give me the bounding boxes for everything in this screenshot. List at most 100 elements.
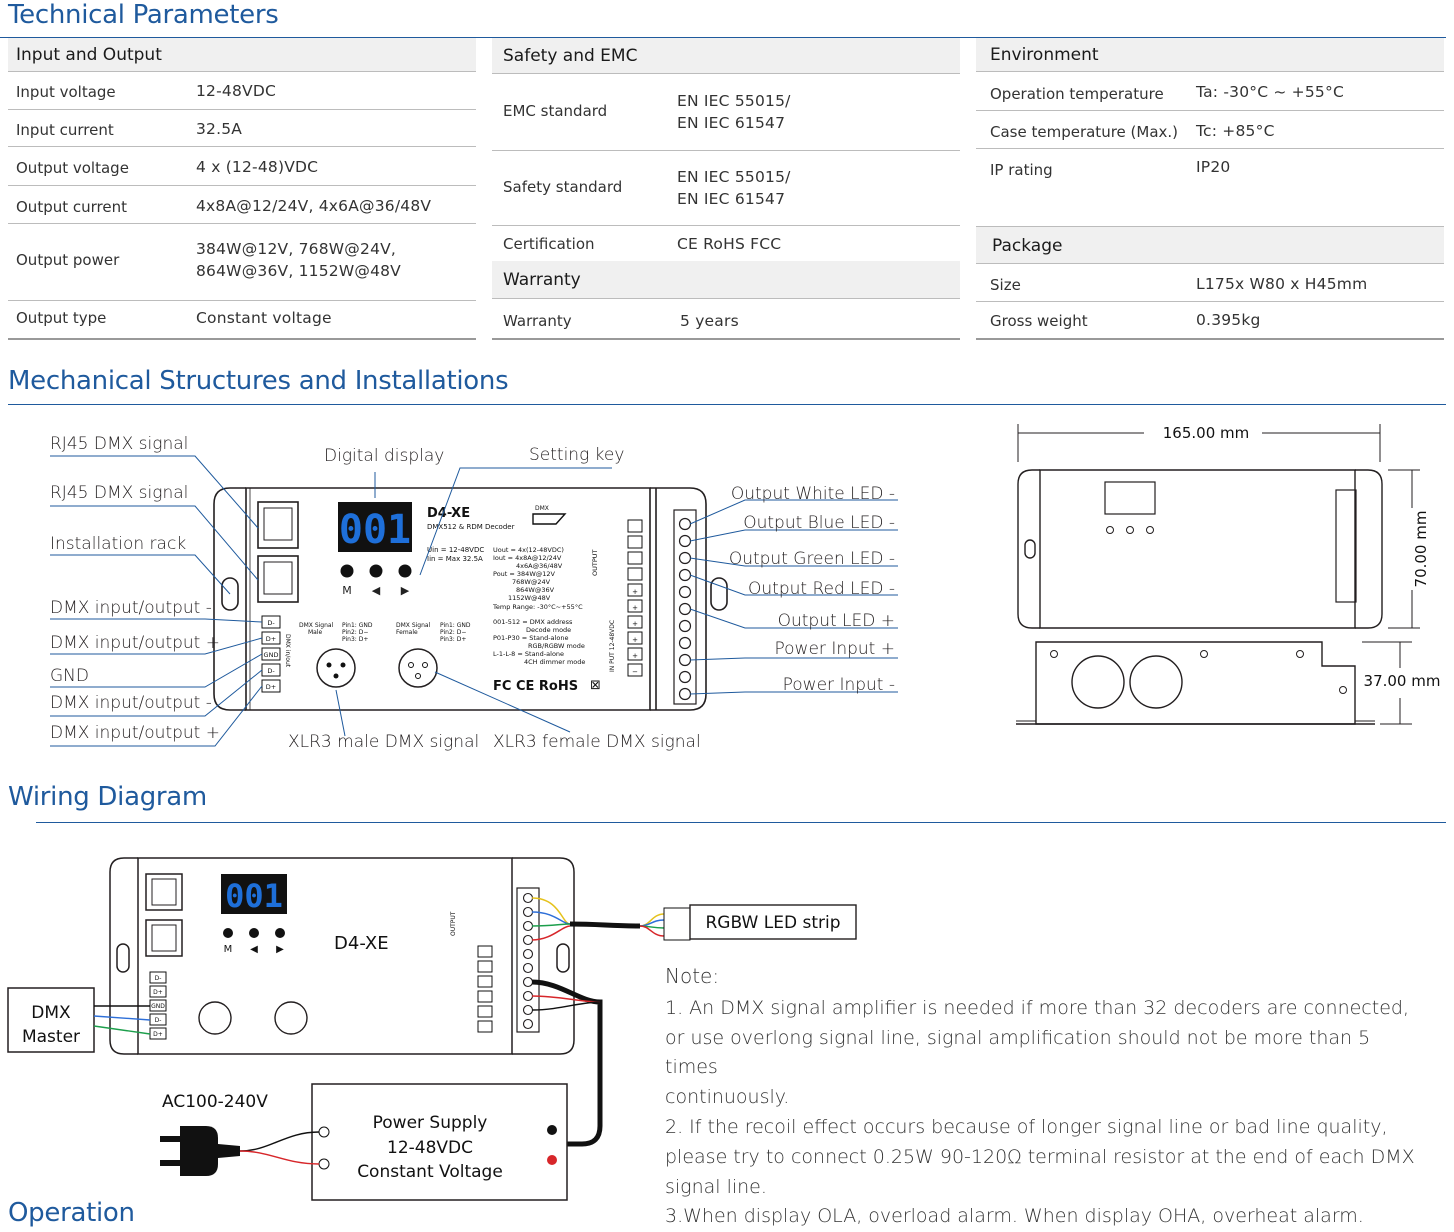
- table-subheader-package: Package: [976, 226, 1444, 264]
- table-header: Environment: [976, 38, 1444, 72]
- label-xlr-male: XLR3 male DMX signal: [288, 732, 479, 752]
- xlr-male-labels: DMX Signal Male Pin1: GND Pin2: D− Pin3:…: [299, 622, 471, 643]
- terminal-label: GND: [264, 651, 279, 659]
- xlr-label: Female: [396, 629, 418, 636]
- xlr-label: Pin1: GND: [342, 622, 373, 629]
- row-label: Size: [990, 276, 1021, 294]
- row-value: 4 x (12-48)VDC: [196, 158, 319, 176]
- mode-line: Decode mode: [526, 626, 571, 634]
- mode-line: 4CH dimmer mode: [524, 658, 585, 666]
- out-spec-line: Temp Range: -30°C~+55°C: [492, 603, 583, 611]
- label-rj45-1: RJ45 DMX signal: [50, 434, 188, 454]
- terminal-label: D+: [153, 1031, 163, 1038]
- key-right[interactable]: [398, 564, 412, 578]
- label-install-rack: Installation rack: [50, 534, 186, 554]
- note-line: signal line.: [665, 1175, 767, 1198]
- psu-terminal: [318, 1126, 330, 1138]
- terminal-label: D+: [153, 989, 163, 996]
- xlr-label: Pin3: D+: [342, 636, 368, 643]
- output-label: OUTPUT: [591, 549, 599, 576]
- wiring-note: Note: 1. An DMX signal amplifier is need…: [665, 962, 1425, 1232]
- dim-length: 165.00 mm: [1163, 424, 1249, 442]
- row-value: 4x8A@12/24V, 4x6A@36/48V: [196, 197, 432, 215]
- row-value: L175x W80 x H45mm: [1196, 275, 1368, 293]
- key-left[interactable]: [369, 564, 383, 578]
- label-power-plus: Power Input +: [775, 639, 895, 659]
- label-out-plus: Output LED +: [778, 611, 895, 631]
- label-dmx-plus-2: DMX input/output +: [50, 723, 220, 743]
- row-value: EN IEC 55015/: [677, 92, 791, 110]
- led-strip-connector: [663, 907, 691, 941]
- table-row: IP rating IP20: [976, 148, 1444, 226]
- note-line: 2. If the recoil effect occurs because o…: [665, 1115, 1388, 1138]
- table-subheader-warranty: Warranty: [492, 261, 960, 299]
- section-title-operation: Operation: [8, 1198, 135, 1228]
- xlr-male-connector: [316, 648, 356, 688]
- out-spec-line: Iout = 4x8A@12/24V: [493, 554, 562, 562]
- dimension-drawing: [1016, 424, 1420, 725]
- dmx-logo: DMX: [535, 505, 549, 512]
- led-wires: [531, 897, 665, 941]
- dim-width: 70.00 mm: [1412, 511, 1430, 588]
- row-label: Output current: [16, 198, 127, 216]
- key-left[interactable]: [249, 928, 259, 938]
- mode-line: P01-P30 = Stand-alone: [493, 634, 568, 642]
- out-spec-line: 768W@24V: [512, 578, 551, 586]
- svg-text:+: +: [632, 652, 638, 660]
- label-gnd: GND: [50, 666, 89, 686]
- psu-terminal: [318, 1158, 330, 1170]
- svg-text:+: +: [632, 588, 638, 596]
- wiring-model: D4-XE: [334, 933, 389, 954]
- section-title-wiring: Wiring Diagram: [8, 782, 207, 812]
- key-label-left: ◀: [250, 944, 258, 955]
- row-value: 0.395kg: [1196, 311, 1261, 329]
- row-value: 5 years: [680, 312, 739, 330]
- key-right[interactable]: [275, 928, 285, 938]
- terminal-label: D-: [267, 619, 275, 627]
- row-label: Gross weight: [990, 312, 1088, 330]
- row-value-line2: EN IEC 61547: [677, 114, 786, 132]
- row-label: Safety standard: [503, 178, 623, 196]
- label-out-blue: Output Blue LED -: [743, 513, 895, 533]
- key-label-right: ▶: [401, 584, 410, 597]
- terminal-label: D+: [266, 683, 276, 691]
- out-spec-line: Uout = 4x(12-48VDC): [493, 546, 564, 554]
- psu-label: Constant Voltage: [357, 1162, 503, 1182]
- key-m[interactable]: [223, 928, 233, 938]
- xlr-label: DMX Signal: [299, 622, 334, 629]
- xlr-pin: [326, 662, 332, 668]
- out-spec-line: 1152W@48V: [508, 594, 551, 602]
- display-text: 001: [339, 507, 411, 553]
- table-row: Certification CE RoHS FCC: [492, 225, 960, 261]
- row-label: EMC standard: [503, 102, 608, 120]
- xlr-female-connector: [274, 1001, 308, 1035]
- table-input-output: Input and Output Input voltage 12-48VDC …: [8, 38, 476, 340]
- dmx-terminals: D- D+ GND D- D+ DMX in/out: [261, 615, 291, 693]
- output-terminals: + + + + + − OUTPUT IN PUT 12-48VDC: [591, 519, 643, 677]
- xlr-male-connector: [198, 1001, 232, 1035]
- table-row: Gross weight 0.395kg: [976, 301, 1444, 340]
- row-label: IP rating: [990, 161, 1053, 179]
- label-rj45-2: RJ45 DMX signal: [50, 483, 188, 503]
- label-out-white: Output White LED -: [731, 484, 895, 504]
- table-row: Output voltage 4 x (12-48)VDC: [8, 146, 476, 186]
- row-value: IP20: [1196, 158, 1231, 176]
- row-value: CE RoHS FCC: [677, 235, 782, 253]
- xlr-pin: [422, 662, 428, 668]
- xlr-label: Pin2: D−: [440, 629, 466, 636]
- led-strip-label: RGBW LED strip: [706, 913, 841, 933]
- xlr-label: Pin1: GND: [440, 622, 471, 629]
- weee-icon: ⊠: [590, 678, 601, 693]
- out-spec-line: 4x6A@36/48V: [516, 562, 563, 570]
- ac-label: AC100-240V: [162, 1092, 268, 1112]
- key-m[interactable]: [340, 564, 354, 578]
- xlr-label: Male: [308, 629, 323, 636]
- row-label: Input current: [16, 121, 114, 139]
- svg-text:+: +: [632, 620, 638, 628]
- xlr-pin: [408, 662, 414, 668]
- spec-line: Uin = 12-48VDC: [427, 546, 484, 554]
- mode-line: 001-512 = DMX address: [493, 618, 573, 626]
- dmx-logo-arrow: [532, 513, 567, 525]
- wiring-display-text: 001: [225, 877, 283, 915]
- key-label-right: ▶: [276, 944, 284, 955]
